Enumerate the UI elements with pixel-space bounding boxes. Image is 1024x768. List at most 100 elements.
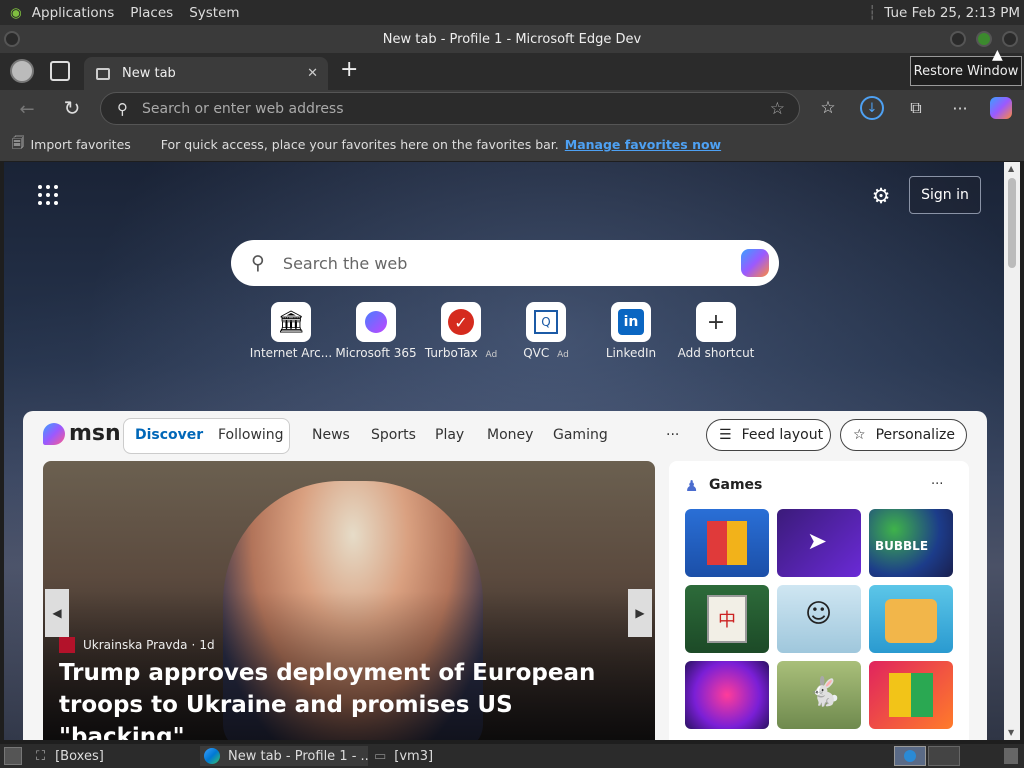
trash-icon[interactable] bbox=[1004, 748, 1018, 764]
favorites-icon[interactable]: ☆ bbox=[816, 96, 840, 120]
maximize-button[interactable] bbox=[976, 31, 992, 47]
favorite-star-icon[interactable]: ☆ bbox=[770, 99, 785, 119]
tab-new-tab[interactable]: New tab ✕ bbox=[84, 57, 328, 90]
linkedin-icon: in bbox=[618, 309, 644, 335]
menu-places[interactable]: Places bbox=[122, 5, 181, 21]
game-tile-rabbit-puzzle[interactable]: 🐇 bbox=[777, 661, 861, 729]
import-favorites-button[interactable]: Import favorites bbox=[31, 137, 131, 152]
nav-money[interactable]: Money bbox=[487, 427, 533, 443]
msn-logo-text: msn bbox=[69, 421, 121, 446]
shortcut-internet-archive[interactable]: 🏛 Internet Arc... bbox=[249, 302, 333, 360]
ad-badge: Ad bbox=[557, 350, 569, 360]
game-tile-cube-character[interactable] bbox=[869, 585, 953, 653]
scroll-down-icon[interactable]: ▼ bbox=[1008, 728, 1014, 737]
nav-more-icon[interactable]: ··· bbox=[666, 427, 679, 443]
game-tile-blocks[interactable] bbox=[685, 509, 769, 577]
window-menu-icon[interactable] bbox=[4, 31, 20, 47]
tab-following[interactable]: Following bbox=[218, 427, 284, 443]
web-search-placeholder: Search the web bbox=[282, 253, 408, 273]
copilot-icon[interactable] bbox=[990, 97, 1012, 119]
workspace-switcher[interactable] bbox=[894, 746, 926, 766]
feed-layout-button[interactable]: ☰ Feed layout bbox=[706, 419, 831, 451]
taskbar-item-edge[interactable]: New tab - Profile 1 - ... bbox=[200, 746, 368, 766]
hero-story-card[interactable]: ◀ ▶ Ukrainska Pravda · 1d Trump approves… bbox=[43, 461, 655, 740]
nav-play[interactable]: Play bbox=[435, 427, 464, 443]
shortcut-qvc[interactable]: Q QVC Ad bbox=[504, 302, 588, 360]
nav-news[interactable]: News bbox=[312, 427, 350, 443]
boxes-icon: ⛶ bbox=[36, 748, 46, 764]
refresh-button[interactable]: ↻ bbox=[60, 96, 84, 120]
game-tile-rocket[interactable]: ➤ bbox=[777, 509, 861, 577]
games-more-icon[interactable]: ··· bbox=[931, 477, 943, 492]
add-shortcut-button[interactable]: + Add shortcut bbox=[674, 302, 758, 360]
carousel-next-button[interactable]: ▶ bbox=[628, 589, 652, 637]
taskbar-item-boxes[interactable]: ⛶ [Boxes] bbox=[36, 746, 104, 766]
address-bar[interactable]: ⚲ Search or enter web address ☆ bbox=[100, 92, 800, 125]
games-icon: ♟ bbox=[685, 477, 699, 495]
apps-launcher-icon[interactable] bbox=[38, 185, 58, 205]
toolbar: ← ↻ ⚲ Search or enter web address ☆ ☆ ↓ … bbox=[0, 90, 1024, 128]
downloads-icon[interactable]: ↓ bbox=[860, 96, 884, 120]
distro-logo-icon[interactable]: ◉ bbox=[0, 5, 24, 21]
story-headline[interactable]: Trump approves deployment of European tr… bbox=[59, 657, 639, 740]
shortcut-turbotax[interactable]: ✓ TurboTax Ad bbox=[419, 302, 503, 360]
back-button[interactable]: ← bbox=[16, 98, 38, 120]
extensions-icon[interactable]: ⧉ bbox=[904, 96, 928, 120]
msn-logo[interactable]: msn bbox=[43, 421, 121, 446]
shortcut-label: TurboTax bbox=[424, 346, 478, 360]
game-tile-jewels[interactable] bbox=[685, 661, 769, 729]
profile-avatar[interactable] bbox=[10, 59, 34, 83]
personalize-button[interactable]: ☆ Personalize bbox=[840, 419, 967, 451]
story-source: Ukrainska Pravda · 1d bbox=[59, 637, 215, 653]
window-titlebar[interactable]: New tab - Profile 1 - Microsoft Edge Dev bbox=[0, 25, 1024, 53]
rocket-icon: ➤ bbox=[807, 527, 828, 555]
manage-favorites-link[interactable]: Manage favorites now bbox=[565, 137, 721, 152]
nav-sports[interactable]: Sports bbox=[371, 427, 416, 443]
game-tile-block-puzzle[interactable] bbox=[869, 661, 953, 729]
clock[interactable]: Tue Feb 25, 2:13 PM bbox=[884, 5, 1020, 21]
sliders-icon: ☰ bbox=[719, 427, 732, 443]
new-tab-page: ⚙ Sign in ⚲ Search the web 🏛 Internet Ar… bbox=[4, 162, 1004, 740]
source-dot: · bbox=[191, 638, 196, 652]
tab-discover[interactable]: Discover bbox=[135, 427, 203, 443]
taskbar-item-vm3[interactable]: ▭ [vm3] bbox=[374, 746, 433, 766]
close-tab-icon[interactable]: ✕ bbox=[307, 66, 318, 81]
copilot-icon[interactable] bbox=[741, 249, 769, 277]
shortcut-microsoft-365[interactable]: Microsoft 365 bbox=[334, 302, 418, 360]
shortcut-label: LinkedIn bbox=[605, 346, 657, 360]
bubble-shooter-logo: BUBBLE bbox=[875, 539, 929, 553]
minimize-button[interactable] bbox=[950, 31, 966, 47]
game-tile-stickman[interactable]: ☺ bbox=[777, 585, 861, 653]
feed-layout-label: Feed layout bbox=[741, 427, 824, 443]
search-icon: ⚲ bbox=[117, 99, 128, 118]
game-blocks-icon bbox=[707, 521, 747, 565]
import-favorites-icon[interactable]: 🗐 bbox=[12, 134, 25, 155]
source-name[interactable]: Ukrainska Pravda bbox=[83, 638, 188, 652]
story-age: 1d bbox=[199, 638, 215, 652]
workspace-2[interactable] bbox=[928, 746, 960, 766]
personalize-label: Personalize bbox=[875, 427, 955, 443]
show-desktop-icon[interactable] bbox=[4, 747, 22, 765]
game-tile-mahjong[interactable]: 中 bbox=[685, 585, 769, 653]
shortcut-label: QVC bbox=[523, 346, 550, 360]
web-search-box[interactable]: ⚲ Search the web bbox=[231, 240, 779, 286]
separator-icon: ┆ bbox=[868, 4, 877, 21]
more-menu-icon[interactable]: ··· bbox=[948, 96, 972, 120]
tab-strip: New tab ✕ + bbox=[0, 53, 1024, 90]
scroll-thumb[interactable] bbox=[1008, 178, 1016, 268]
shortcut-linkedin[interactable]: in LinkedIn bbox=[589, 302, 673, 360]
close-window-button[interactable] bbox=[1002, 31, 1018, 47]
page-scrollbar[interactable]: ▲ ▼ bbox=[1004, 162, 1020, 740]
new-tab-button[interactable]: + bbox=[340, 57, 358, 82]
settings-gear-icon[interactable]: ⚙ bbox=[868, 183, 894, 209]
carousel-prev-button[interactable]: ◀ bbox=[45, 589, 69, 637]
search-icon: ⚲ bbox=[251, 252, 265, 274]
scroll-up-icon[interactable]: ▲ bbox=[1008, 164, 1014, 173]
sign-in-button[interactable]: Sign in bbox=[909, 176, 981, 214]
menu-system[interactable]: System bbox=[181, 5, 247, 21]
nav-gaming[interactable]: Gaming bbox=[553, 427, 608, 443]
menu-applications[interactable]: Applications bbox=[24, 5, 122, 21]
internet-archive-icon: 🏛 bbox=[277, 309, 305, 335]
game-tile-bubble-shooter[interactable]: BUBBLE bbox=[869, 509, 953, 577]
tab-actions-icon[interactable] bbox=[50, 61, 70, 81]
